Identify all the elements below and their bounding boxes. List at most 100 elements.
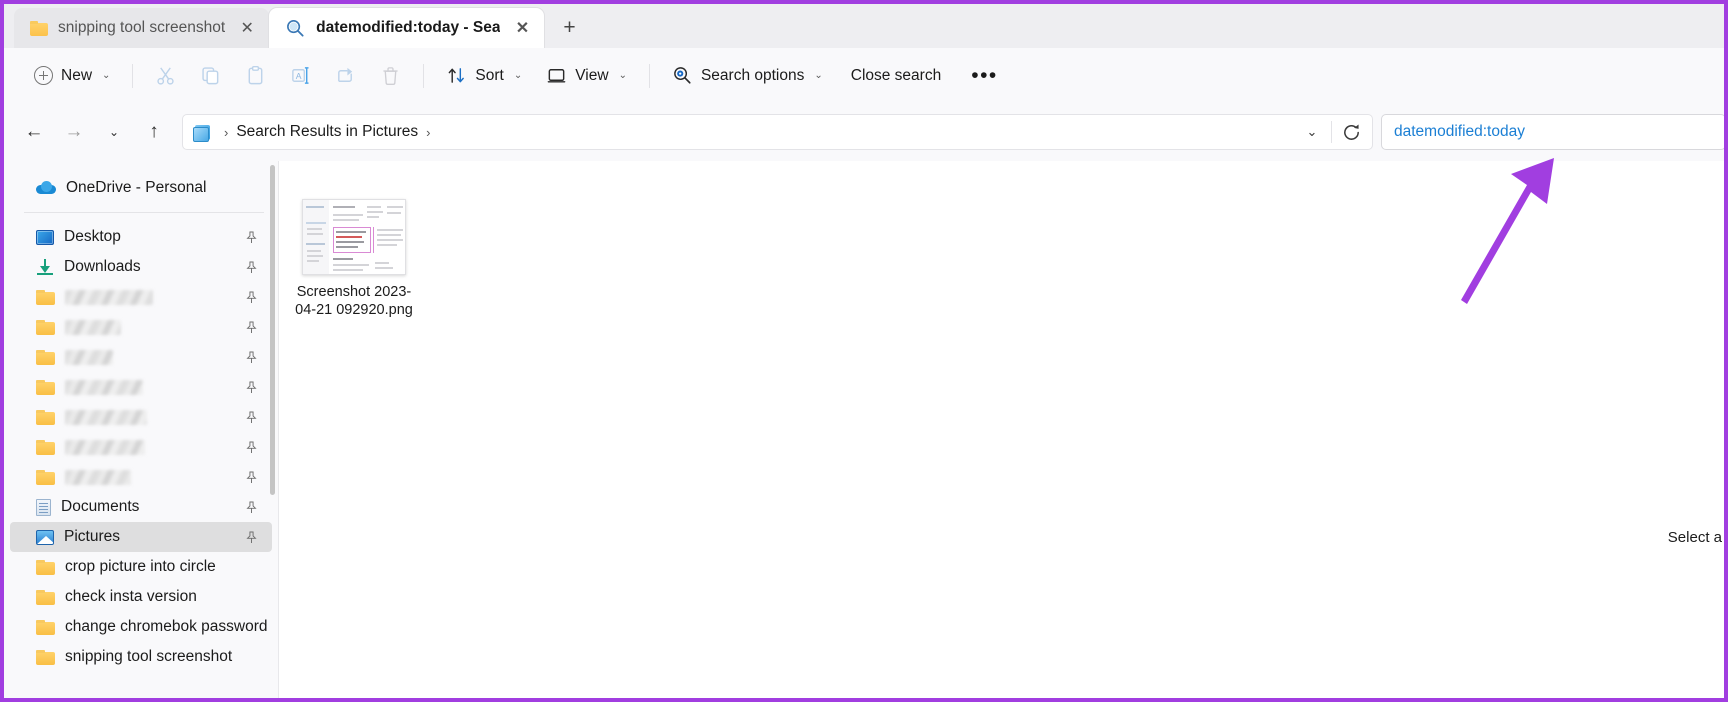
search-icon	[285, 18, 306, 39]
refresh-button[interactable]	[1336, 117, 1366, 147]
new-tab-button[interactable]: +	[552, 11, 586, 45]
breadcrumb[interactable]: Search Results in Pictures	[236, 123, 418, 141]
downloads-icon	[36, 259, 54, 275]
folder-icon	[36, 589, 55, 605]
sidebar-item-redacted-3[interactable]	[10, 282, 272, 312]
sidebar-item-label-redacted	[65, 379, 143, 395]
folder-icon	[36, 469, 55, 485]
rename-icon: A	[290, 65, 311, 86]
back-button[interactable]: ←	[16, 114, 52, 150]
pin-icon[interactable]	[245, 320, 258, 334]
pin-icon[interactable]	[245, 470, 258, 484]
sidebar-item-crop-picture-into-circle[interactable]: crop picture into circle	[10, 552, 272, 582]
sidebar-item-label: change chromebok password	[65, 618, 268, 635]
svg-text:A: A	[296, 71, 302, 81]
more-options-button[interactable]: •••	[957, 58, 1012, 94]
sidebar-item-redacted-8[interactable]	[10, 432, 272, 462]
file-explorer-window: snipping tool screenshot ✕ datemodified:…	[0, 0, 1728, 702]
document-icon	[36, 498, 51, 516]
sidebar-divider	[24, 212, 264, 213]
folder-icon	[36, 379, 55, 395]
sidebar-item-label: OneDrive - Personal	[66, 179, 207, 196]
scissors-icon	[155, 65, 176, 86]
share-button[interactable]	[323, 58, 368, 94]
ellipsis-icon: •••	[971, 63, 998, 87]
pin-icon[interactable]	[245, 500, 258, 514]
pin-icon[interactable]	[245, 410, 258, 424]
trash-icon	[380, 65, 401, 86]
tab-datemodified-search[interactable]: datemodified:today - Sea ✕	[269, 8, 545, 48]
sidebar-item-desktop[interactable]: Desktop	[10, 222, 272, 252]
tab-label: snipping tool screenshot	[58, 19, 226, 36]
sidebar-item-snipping-tool-screenshot[interactable]: snipping tool screenshot	[10, 642, 272, 672]
sidebar-scroll-thumb[interactable]	[270, 165, 275, 495]
rename-button[interactable]: A	[278, 58, 323, 94]
paste-button[interactable]	[233, 58, 278, 94]
search-box[interactable]: datemodified:today	[1381, 114, 1724, 150]
sidebar-item-label: snipping tool screenshot	[65, 648, 233, 665]
folder-icon	[36, 439, 55, 455]
breadcrumb-separator-end[interactable]: ›	[418, 125, 438, 140]
sidebar-item-redacted-6[interactable]	[10, 372, 272, 402]
recent-locations-button[interactable]: ⌄	[96, 114, 132, 150]
clipboard-icon	[245, 65, 266, 86]
sidebar-item-label-redacted	[65, 409, 147, 425]
sidebar-list: OneDrive - Personal Desktop Downloads Docum…	[4, 173, 278, 672]
chevron-down-icon: ⌄	[513, 70, 523, 81]
sidebar-item-onedrive-personal[interactable]: OneDrive - Personal	[10, 173, 272, 203]
folder-icon	[36, 619, 55, 635]
pin-icon[interactable]	[245, 530, 258, 544]
sidebar-item-pictures[interactable]: Pictures	[10, 522, 272, 552]
sidebar-item-downloads[interactable]: Downloads	[10, 252, 272, 282]
file-item[interactable]: Screenshot 2023-04-21 092920.png	[291, 199, 417, 319]
search-input[interactable]: datemodified:today	[1394, 123, 1525, 141]
close-icon[interactable]: ✕	[510, 16, 534, 40]
sidebar-item-label-redacted	[65, 319, 121, 335]
new-button[interactable]: New ⌄	[22, 58, 122, 94]
navigation-pane: OneDrive - Personal Desktop Downloads Docum…	[4, 161, 278, 698]
divider	[648, 63, 650, 88]
desktop-icon	[36, 229, 54, 245]
sidebar-item-redacted-5[interactable]	[10, 342, 272, 372]
pin-icon[interactable]	[245, 260, 258, 274]
folder-icon	[36, 409, 55, 425]
cut-button[interactable]	[143, 58, 188, 94]
forward-button[interactable]: →	[56, 114, 92, 150]
status-text: Select a	[1667, 529, 1722, 546]
pin-icon[interactable]	[245, 350, 258, 364]
sidebar-scrollbar[interactable]	[267, 161, 278, 698]
sidebar-item-change-chromebok-password[interactable]: change chromebok password	[10, 612, 272, 642]
sidebar-item-label: Documents	[61, 498, 140, 515]
file-thumbnail	[302, 199, 406, 275]
copy-button[interactable]	[188, 58, 233, 94]
plus-circle-icon	[34, 66, 53, 85]
tab-snipping-tool-screenshot[interactable]: snipping tool screenshot ✕	[14, 8, 270, 48]
pin-icon[interactable]	[245, 290, 258, 304]
close-search-button[interactable]: Close search	[835, 58, 957, 94]
pin-icon[interactable]	[245, 380, 258, 394]
view-button[interactable]: View ⌄	[534, 58, 639, 94]
sidebar-item-redacted-9[interactable]	[10, 462, 272, 492]
address-bar[interactable]: › Search Results in Pictures › ⌄	[182, 114, 1373, 150]
up-button[interactable]: ↑	[136, 114, 172, 150]
search-options-button[interactable]: Search options ⌄	[660, 58, 835, 94]
pin-icon[interactable]	[245, 230, 258, 244]
sidebar-item-redacted-7[interactable]	[10, 402, 272, 432]
view-label: View	[575, 66, 609, 84]
sidebar-item-label: check insta version	[65, 588, 197, 605]
sidebar-item-redacted-4[interactable]	[10, 312, 272, 342]
sidebar-item-label: Pictures	[64, 528, 120, 545]
folder-icon	[36, 559, 55, 575]
folder-icon	[36, 349, 55, 365]
pin-icon[interactable]	[245, 440, 258, 454]
sort-button[interactable]: Sort ⌄	[434, 58, 534, 94]
sidebar-item-documents[interactable]: Documents	[10, 492, 272, 522]
file-list-pane[interactable]: Screenshot 2023-04-21 092920.png Select …	[278, 161, 1724, 698]
close-icon[interactable]: ✕	[235, 16, 259, 40]
address-dropdown-button[interactable]: ⌄	[1297, 117, 1327, 147]
cloud-icon	[36, 181, 56, 195]
folder-icon	[36, 289, 55, 305]
sidebar-item-label: crop picture into circle	[65, 558, 216, 575]
sidebar-item-check-insta-version[interactable]: check insta version	[10, 582, 272, 612]
delete-button[interactable]	[368, 58, 413, 94]
